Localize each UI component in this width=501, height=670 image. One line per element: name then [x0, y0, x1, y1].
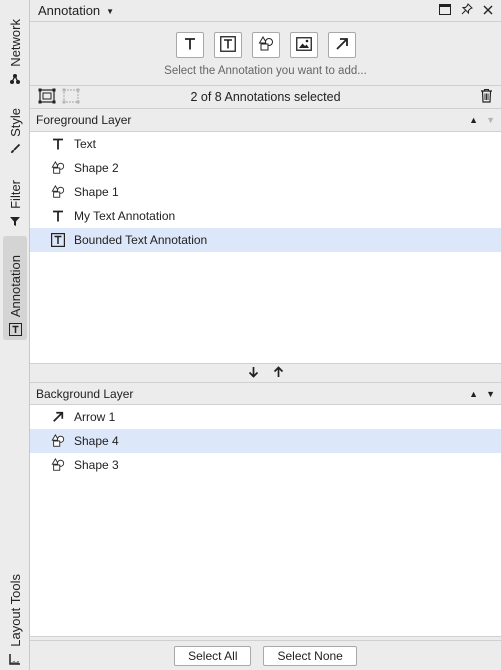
- background-layer-header: Background Layer ▲ ▼: [30, 382, 501, 404]
- annotation-icon: [8, 322, 22, 336]
- list-item-label: Text: [74, 137, 97, 151]
- foreground-layer-header: Foreground Layer ▲ ▼: [30, 109, 501, 131]
- background-layer-title: Background Layer: [36, 386, 134, 401]
- shape-icon: [50, 457, 66, 473]
- tab-style[interactable]: Style: [3, 100, 27, 156]
- list-item-label: Bounded Text Annotation: [74, 233, 208, 247]
- image-icon: [295, 36, 312, 54]
- list-item-label: Shape 3: [74, 458, 119, 472]
- selection-icons: [38, 88, 80, 107]
- window-controls: [439, 3, 493, 18]
- select-none-button[interactable]: Select None: [263, 645, 357, 666]
- tab-filter[interactable]: Filter: [3, 170, 27, 228]
- filter-icon: [8, 214, 22, 228]
- tab-network[interactable]: Network: [3, 6, 27, 86]
- panel-titlebar: Annotation ▼: [30, 0, 501, 22]
- bounded-text-icon: [219, 35, 236, 55]
- selection-status: 2 of 8 Annotations selected: [190, 90, 341, 104]
- move-up-icon[interactable]: ▲: [469, 389, 478, 399]
- annotation-panel: Annotation ▼ Select the Annotation you w…: [30, 0, 501, 670]
- arrow-icon: [50, 409, 66, 425]
- add-annotation-bar: Select the Annotation you want to add...: [30, 22, 501, 85]
- text-icon: [50, 208, 66, 224]
- foreground-list: Text Shape 2 Shape 1 My Text Annotation …: [30, 131, 501, 364]
- ruler-icon: [8, 652, 22, 666]
- selection-buttons-bar: Select All Select None: [30, 640, 501, 670]
- add-annotation-buttons: [175, 32, 356, 58]
- arrow-icon: [335, 37, 349, 54]
- tab-layout-tools-label: Layout Tools: [7, 574, 23, 647]
- list-item[interactable]: Shape 3: [30, 453, 501, 477]
- list-item[interactable]: Text: [30, 132, 501, 156]
- add-text-annotation-button[interactable]: [175, 32, 204, 58]
- tab-style-label: Style: [7, 108, 23, 137]
- move-down-icon[interactable]: ▼: [486, 389, 495, 399]
- foreground-layer-title: Foreground Layer: [36, 113, 132, 127]
- tab-layout-tools[interactable]: Layout Tools: [3, 556, 27, 666]
- move-up-icon[interactable]: ▲: [469, 115, 478, 125]
- background-reorder-controls: ▲ ▼: [469, 389, 495, 399]
- shape-icon: [50, 160, 66, 176]
- selection-toolbar: 2 of 8 Annotations selected: [30, 85, 501, 109]
- add-annotation-hint: Select the Annotation you want to add...: [164, 65, 367, 77]
- tab-network-label: Network: [7, 19, 23, 67]
- list-item[interactable]: Shape 4: [30, 429, 501, 453]
- tab-filter-label: Filter: [7, 180, 23, 209]
- shape-icon: [50, 433, 66, 449]
- text-icon: [183, 37, 197, 54]
- foreground-reorder-controls: ▲ ▼: [469, 115, 495, 125]
- tab-annotation-label: Annotation: [7, 254, 23, 317]
- trash-icon[interactable]: [480, 88, 493, 106]
- list-item-label: Shape 4: [74, 434, 119, 448]
- list-item[interactable]: Shape 1: [30, 180, 501, 204]
- bounded-text-icon: [50, 232, 66, 248]
- add-shape-annotation-button[interactable]: [251, 32, 280, 58]
- pin-icon[interactable]: [461, 3, 473, 18]
- list-item-label: Shape 1: [74, 185, 119, 199]
- list-item[interactable]: Shape 2: [30, 156, 501, 180]
- add-image-annotation-button[interactable]: [289, 32, 318, 58]
- text-icon: [50, 136, 66, 152]
- move-to-foreground-icon[interactable]: [273, 365, 284, 381]
- list-item[interactable]: My Text Annotation: [30, 204, 501, 228]
- panel-title[interactable]: Annotation: [38, 3, 100, 18]
- brush-icon: [8, 142, 22, 156]
- list-item[interactable]: Bounded Text Annotation: [30, 228, 501, 252]
- close-icon[interactable]: [483, 4, 493, 18]
- list-item-label: Arrow 1: [74, 410, 116, 424]
- shape-icon: [50, 184, 66, 200]
- add-arrow-annotation-button[interactable]: [327, 32, 356, 58]
- list-item-label: Shape 2: [74, 161, 119, 175]
- move-down-icon[interactable]: ▼: [486, 115, 495, 125]
- background-list: Arrow 1 Shape 4 Shape 3: [30, 404, 501, 637]
- select-all-button[interactable]: Select All: [174, 645, 252, 666]
- move-to-background-icon[interactable]: [248, 366, 259, 381]
- list-item[interactable]: Arrow 1: [30, 405, 501, 429]
- layer-move-bar: [30, 364, 501, 382]
- maximize-icon[interactable]: [439, 3, 451, 18]
- chevron-down-icon[interactable]: ▼: [106, 7, 114, 16]
- ungroup-annotations-icon[interactable]: [62, 88, 80, 107]
- shape-icon: [257, 35, 275, 55]
- list-item-label: My Text Annotation: [74, 209, 176, 223]
- tab-annotation[interactable]: Annotation: [3, 236, 27, 340]
- group-annotations-icon[interactable]: [38, 88, 56, 107]
- side-tab-strip: Network Style Filter Annotation Layout T…: [0, 0, 30, 670]
- network-icon: [8, 72, 22, 86]
- add-bounded-text-annotation-button[interactable]: [213, 32, 242, 58]
